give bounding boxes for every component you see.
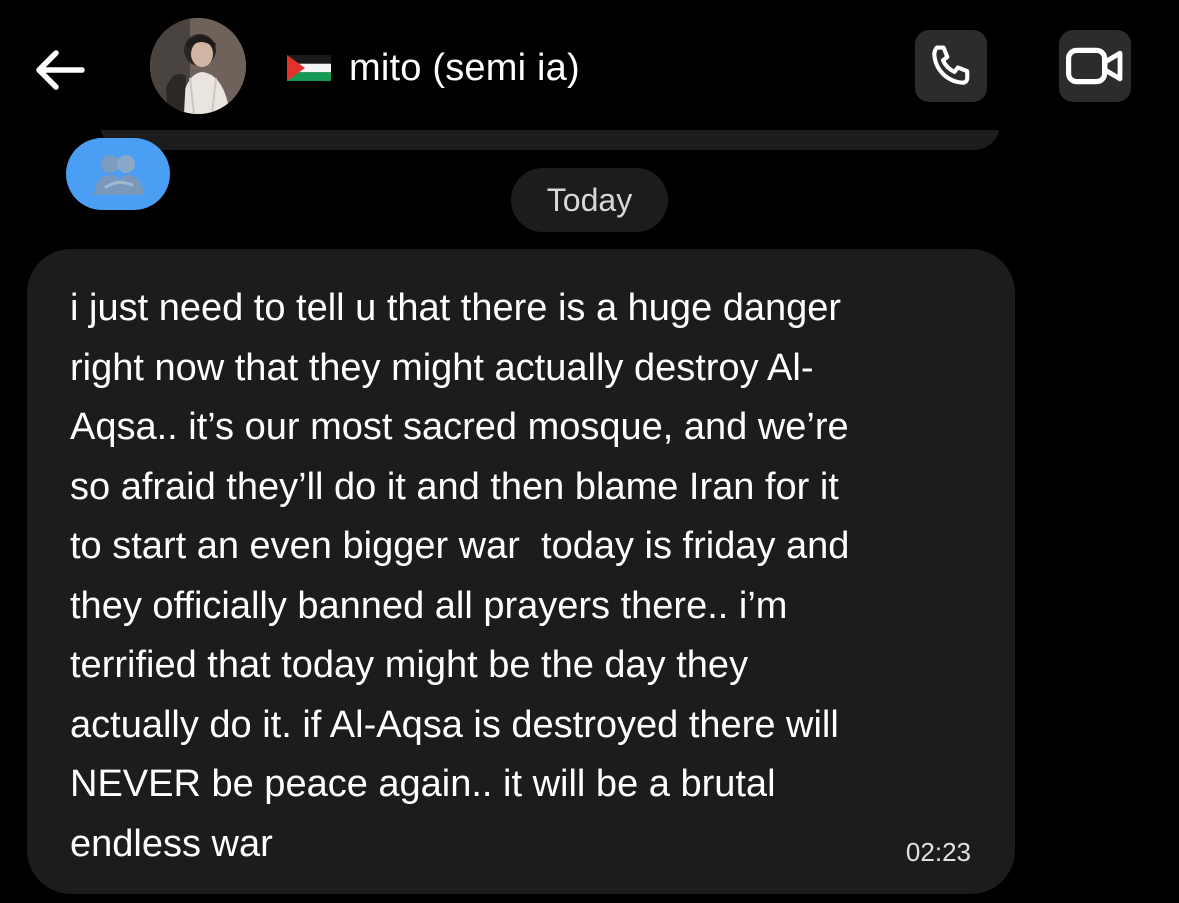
phone-icon [932, 45, 970, 85]
message-line: actually do it. if Al-Aqsa is destroyed … [70, 703, 839, 746]
message-text: i just need to tell u that there is a hu… [70, 279, 990, 874]
message-line: they officially banned all prayers there… [70, 584, 788, 627]
back-button[interactable] [30, 40, 90, 100]
message-line: endless war [70, 822, 273, 865]
date-separator-label: Today [546, 181, 633, 218]
message-timestamp: 02:23 [905, 837, 971, 867]
message-line: terrified that today might be the day th… [70, 644, 749, 686]
palestine-flag-icon [287, 55, 331, 81]
reaction-badge[interactable] [66, 138, 170, 210]
arrow-left-icon [36, 50, 85, 90]
avatar-photo [150, 18, 246, 114]
avatar[interactable] [150, 18, 246, 114]
people-hug-icon [94, 155, 144, 195]
message-line: so afraid they’ll do it and then blame I… [70, 465, 839, 508]
message-line: right now that they might actually destr… [70, 346, 814, 389]
message-line: i just need to tell u that there is a hu… [70, 287, 842, 329]
chat-header: mito (semi ia) [0, 0, 1179, 130]
video-call-button[interactable] [1059, 30, 1131, 102]
contact-name[interactable]: mito (semi ia) [287, 44, 580, 92]
video-camera-icon [1065, 47, 1123, 85]
message-bubble[interactable]: i just need to tell u that there is a hu… [27, 249, 1015, 894]
call-button[interactable] [915, 30, 987, 102]
message-line: Aqsa.. it’s our most sacred mosque, and … [70, 406, 849, 448]
message-line: to start an even bigger war today is fri… [70, 525, 850, 567]
message-line: NEVER be peace again.. it will be a brut… [70, 763, 776, 805]
contact-name-label: mito (semi ia) [349, 46, 580, 89]
date-separator: Today [511, 168, 668, 232]
